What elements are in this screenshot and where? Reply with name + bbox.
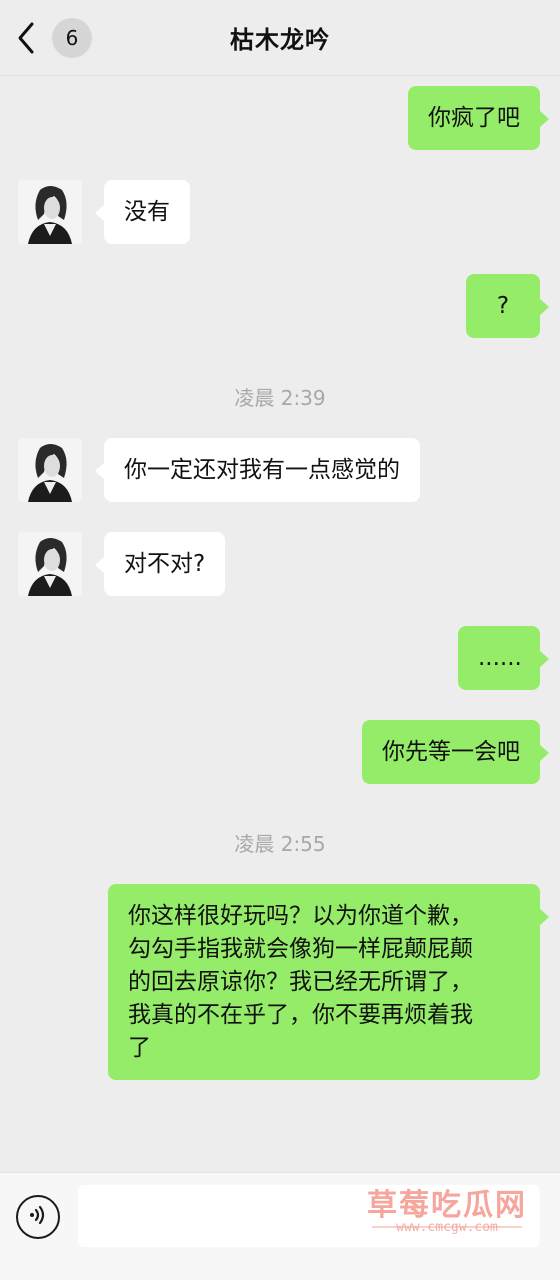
outgoing-message-bubble[interactable]: 你疯了吧 — [408, 86, 549, 150]
message-input[interactable] — [78, 1185, 540, 1247]
chat-header: 6 枯木龙吟 — [0, 0, 560, 76]
timestamp: 凌晨 2:39 — [234, 386, 326, 410]
timestamp: 凌晨 2:55 — [234, 832, 326, 856]
outgoing-message-bubble[interactable]: ? — [466, 274, 549, 338]
outgoing-message-bubble[interactable]: ...... — [458, 626, 549, 690]
outgoing-message-bubble[interactable]: 你先等一会吧 — [362, 720, 549, 784]
incoming-message-bubble[interactable]: 你一定还对我有一点感觉的 — [95, 438, 420, 502]
outgoing-message-bubble[interactable]: 你这样很好玩吗？以为你道个歉， 勾勾手指我就会像狗一样屁颠屁颠 的回去原谅你？我… — [108, 884, 549, 1080]
avatar[interactable] — [18, 438, 82, 502]
avatar[interactable] — [18, 180, 82, 244]
incoming-message-bubble[interactable]: 对不对? — [94, 532, 226, 596]
avatar[interactable] — [18, 532, 82, 596]
incoming-message-bubble[interactable]: 没有 — [95, 180, 190, 244]
input-bar — [0, 1172, 560, 1280]
chat-title: 枯木龙吟 — [230, 26, 330, 54]
voice-input-button[interactable] — [16, 1195, 60, 1239]
voice-icon — [27, 1204, 49, 1230]
